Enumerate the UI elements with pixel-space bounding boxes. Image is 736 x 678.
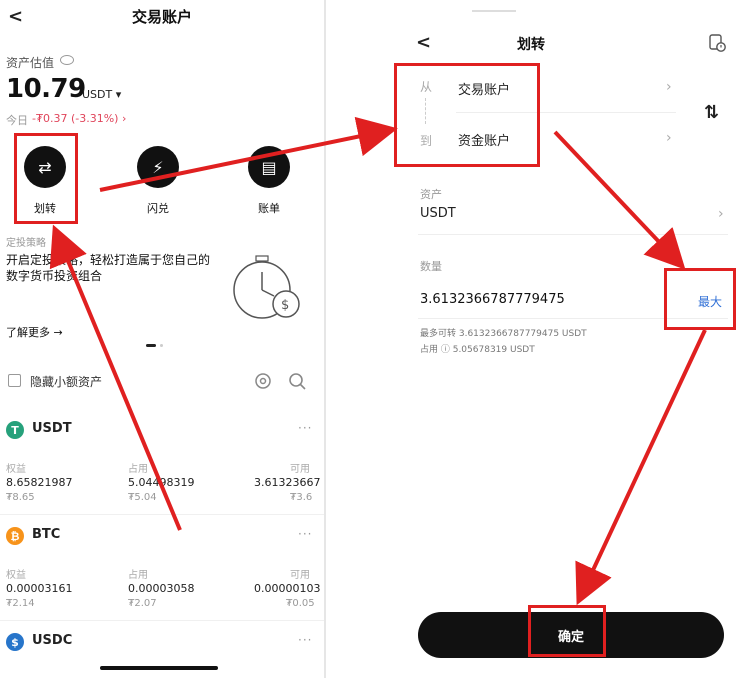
settings-icon[interactable] [254,372,272,390]
btc-coin-icon: ₿ [6,527,24,545]
asset-selector[interactable]: USDT [420,206,456,221]
today-change[interactable]: -₮0.37 (-3.31%) › [32,112,126,125]
chevron-right-icon[interactable]: › [718,206,724,222]
learn-more-link[interactable]: 了解更多 → [6,324,63,340]
usdc-coin-icon: $ [6,633,24,651]
usdt-used-fiat: ₮5.04 [128,492,157,503]
chevron-right-icon[interactable]: › [666,79,672,95]
carousel-indicator-active [146,344,156,347]
flash-swap-button[interactable]: ⚡ [137,146,179,188]
more-icon[interactable]: ··· [298,633,312,647]
occupied-text: 占用 ⓘ 5.05678319 USDT [420,345,535,355]
usdt-equity: 8.65821987 [6,476,73,489]
btc-available-fiat: ₮0.05 [286,598,315,609]
highlight-box-max [664,268,736,330]
eye-icon[interactable] [60,55,74,65]
trading-account-screen: < 交易账户 资产估值 10.79 USDT ▾ 今日 -₮0.37 (-3.3… [0,0,324,678]
hide-small-checkbox[interactable] [8,374,21,387]
coin-name: USDC [32,633,73,648]
equity-header: 权益 [6,464,26,475]
top-notch [472,10,516,12]
equity-header: 权益 [6,570,26,581]
highlight-box-transfer [14,133,78,224]
available-header: 可用 [290,570,310,581]
carousel-indicator [160,344,163,347]
flash-swap-label: 闪兑 [147,202,169,215]
today-label: 今日 [6,114,28,127]
highlight-box-confirm [528,605,606,657]
coin-name: BTC [32,527,61,542]
btc-available: 0.00000103 [254,582,321,595]
highlight-box-accounts [394,63,540,167]
used-header: 占用 [128,464,148,475]
bill-icon: ▤ [248,146,290,188]
coin-name: USDT [32,421,72,436]
promo-caption: 定投策略 [6,238,46,249]
more-icon[interactable]: ··· [298,527,312,541]
page-title: 交易账户 [131,8,192,26]
btc-equity-fiat: ₮2.14 [6,598,35,609]
used-header: 占用 [128,570,148,581]
bill-label: 账单 [258,202,280,215]
row-divider [0,514,324,515]
usdt-available-fiat: ₮3.6 [290,492,313,503]
usdt-used: 5.04498319 [128,476,195,489]
chevron-right-icon[interactable]: › [666,130,672,146]
home-indicator [100,666,218,670]
max-transferable-text: 最多可转 3.6132366787779475 USDT [420,329,587,339]
swap-direction-icon[interactable]: ⇅ [704,102,719,123]
btc-used: 0.00003058 [128,582,195,595]
hide-small-label: 隐藏小额资产 [30,375,103,389]
promo-text: 开启定投策略，轻松打造属于您自己的数字货币投资组合 [6,253,211,283]
asset-valuation-label: 资产估值 [6,56,55,70]
history-icon[interactable] [708,34,726,52]
usdt-available: 3.61323667 [254,476,321,489]
row-divider [0,620,324,621]
search-icon[interactable] [288,372,306,390]
page-title: 划转 [517,37,545,53]
available-header: 可用 [290,464,310,475]
amount-input[interactable]: 3.6132366787779475 [420,292,565,307]
flash-icon: ⚡ [137,146,179,188]
btc-equity: 0.00003161 [6,582,73,595]
btc-used-fiat: ₮2.07 [128,598,157,609]
separator [418,234,728,235]
more-icon[interactable]: ··· [298,421,312,435]
usdt-coin-icon: T [6,421,24,439]
balance-unit-dropdown[interactable]: USDT ▾ [82,88,121,101]
usdt-equity-fiat: ₮8.65 [6,492,35,503]
svg-text:$: $ [281,298,289,313]
asset-label: 资产 [420,188,442,201]
bill-button[interactable]: ▤ [248,146,290,188]
amount-label: 数量 [420,260,442,273]
stopwatch-illustration: $ [233,255,300,319]
balance-value: 10.79 [6,74,86,104]
